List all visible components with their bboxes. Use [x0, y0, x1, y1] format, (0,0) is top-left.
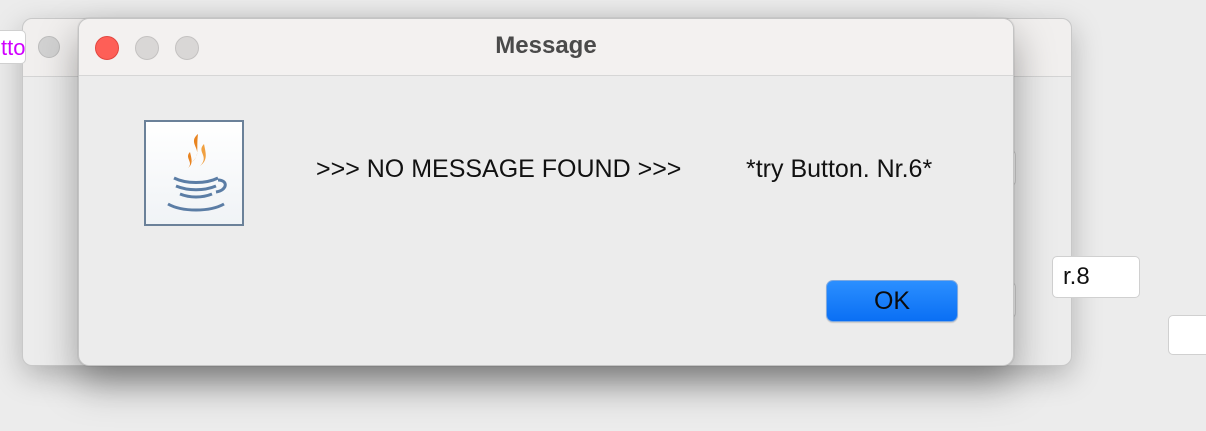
- message-text: >>> NO MESSAGE FOUND >>>: [316, 155, 682, 183]
- background-window-close-icon[interactable]: [38, 36, 60, 58]
- background-button-left[interactable]: tto: [0, 30, 26, 64]
- ok-button[interactable]: OK: [826, 280, 958, 322]
- background-button-nr8[interactable]: r.8: [1052, 256, 1140, 298]
- java-coffee-icon: [144, 120, 244, 226]
- dialog-title: Message: [495, 32, 597, 59]
- background-button-right[interactable]: [1168, 315, 1206, 355]
- hint-text: *try Button. Nr.6*: [746, 155, 933, 183]
- dialog-titlebar: Message: [79, 19, 1013, 76]
- message-dialog: Message >>> NO MESSAGE FOUND >>> *try Bu…: [78, 18, 1014, 366]
